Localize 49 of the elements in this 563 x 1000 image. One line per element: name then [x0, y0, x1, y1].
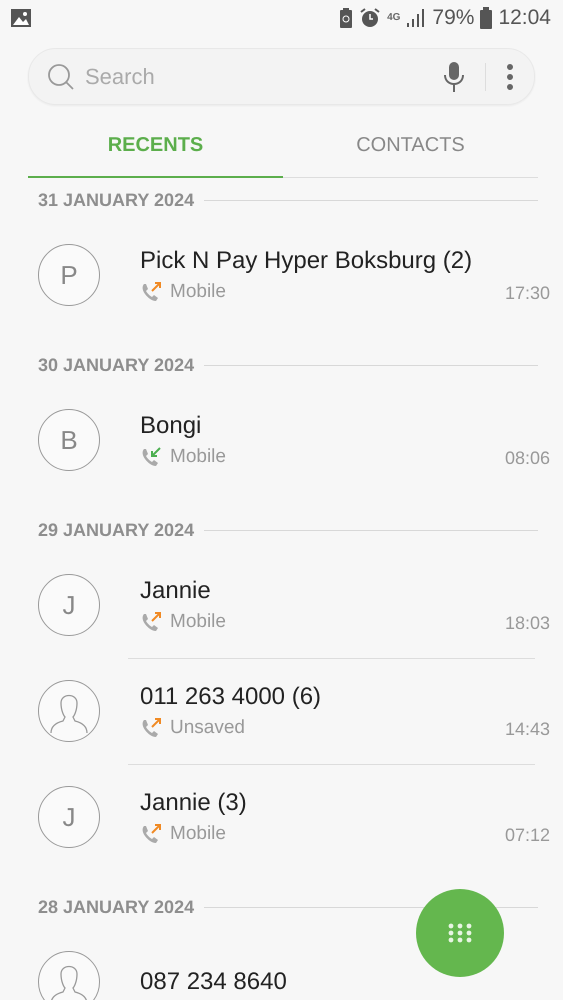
- avatar: J: [38, 786, 100, 848]
- incoming-call-icon: [140, 446, 162, 468]
- contact-name: Bongi: [140, 412, 202, 440]
- battery-saver-icon: [339, 7, 354, 29]
- date-header: 29 JANUARY 2024: [38, 520, 194, 540]
- contact-name: Jannie: [140, 577, 212, 605]
- outgoing-call-icon: [140, 611, 162, 633]
- outgoing-call-icon: [140, 281, 162, 303]
- call-time: 07:12: [504, 825, 550, 846]
- call-log-row[interactable]: B Bongi Mobile 08:06: [0, 387, 563, 493]
- contact-name: 087 234 8640: [140, 968, 288, 996]
- number-type: Unsaved: [170, 717, 245, 739]
- call-time: 18:03: [504, 613, 550, 634]
- more-options-icon[interactable]: [506, 64, 514, 90]
- contact-name: Jannie (3): [140, 789, 248, 817]
- avatar: J: [38, 574, 100, 636]
- microphone-icon[interactable]: [443, 60, 465, 92]
- outgoing-call-icon: [140, 717, 162, 739]
- call-log-row[interactable]: J Jannie (3) Mobile 07:12: [0, 764, 563, 870]
- contact-name: Pick N Pay Hyper Boksburg (2): [140, 247, 474, 275]
- call-time: 14:43: [504, 719, 550, 740]
- battery-icon: [480, 7, 492, 29]
- call-log-row[interactable]: P Pick N Pay Hyper Boksburg (2) Mobile 17:30: [0, 222, 563, 328]
- signal-icon: [406, 8, 426, 28]
- gallery-icon: [10, 8, 32, 28]
- search-field[interactable]: Search: [28, 48, 535, 105]
- date-header: 28 JANUARY 2024: [38, 896, 194, 918]
- search-icon: [47, 62, 75, 90]
- avatar: P: [38, 244, 100, 306]
- dialpad-icon: [447, 923, 473, 943]
- alarm-icon: [359, 7, 382, 29]
- avatar: B: [38, 409, 100, 471]
- number-type: Mobile: [170, 446, 226, 468]
- call-log-row[interactable]: 011 263 4000 (6) Unsaved 14:43: [0, 658, 563, 764]
- date-header: 30 JANUARY 2024: [38, 354, 194, 376]
- date-header: 31 JANUARY 2024: [38, 190, 194, 210]
- number-type: Mobile: [170, 611, 226, 633]
- call-time: 08:06: [504, 448, 550, 469]
- contact-name: 011 263 4000 (6): [140, 683, 322, 711]
- call-time: 17:30: [504, 283, 550, 304]
- number-type: Mobile: [170, 823, 226, 845]
- search-input[interactable]: Search: [83, 62, 435, 90]
- call-log-row[interactable]: J Jannie Mobile 18:03: [0, 552, 563, 658]
- network-type: 4G: [387, 13, 400, 23]
- clock: 12:04: [498, 6, 551, 30]
- outgoing-call-icon: [140, 823, 162, 845]
- number-type: Mobile: [170, 281, 226, 303]
- battery-percent: 79%: [432, 6, 474, 30]
- call-log-row[interactable]: 087 234 8640: [0, 929, 563, 1000]
